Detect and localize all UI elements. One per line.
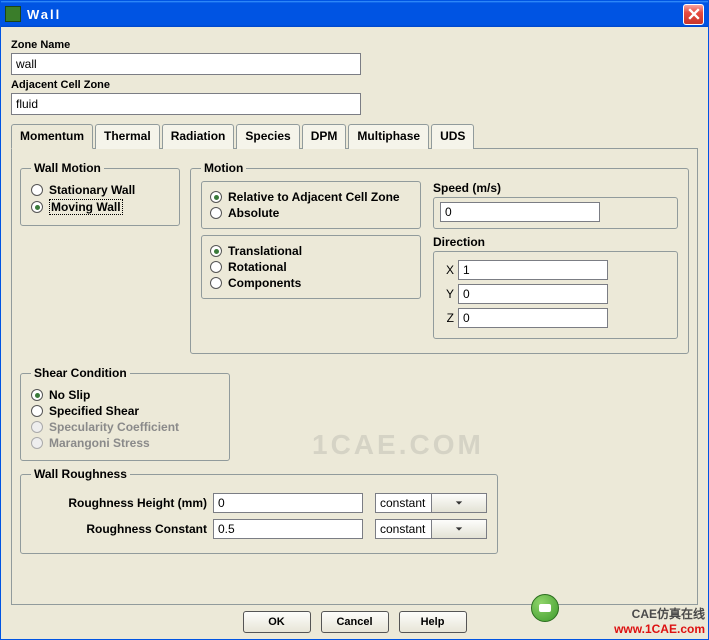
chevron-down-icon xyxy=(431,520,487,538)
zone-name-input[interactable] xyxy=(11,53,361,75)
roughness-height-label: Roughness Height (mm) xyxy=(31,496,207,510)
chevron-down-icon xyxy=(431,494,487,512)
tab-species[interactable]: Species xyxy=(236,124,299,149)
roughness-constant-label: Roughness Constant xyxy=(31,522,207,536)
close-icon xyxy=(688,8,700,20)
app-icon xyxy=(5,6,21,22)
radio-label: Components xyxy=(228,276,301,290)
radio-icon xyxy=(31,201,43,213)
direction-label: Direction xyxy=(433,235,678,249)
radio-stationary-wall[interactable]: Stationary Wall xyxy=(31,183,169,197)
radio-label: Moving Wall xyxy=(49,199,123,215)
roughness-constant-combo[interactable]: constant xyxy=(375,519,487,539)
radio-label: Specularity Coefficient xyxy=(49,420,179,434)
radio-icon xyxy=(31,184,43,196)
x-label: X xyxy=(440,263,454,277)
tab-dpm[interactable]: DPM xyxy=(302,124,347,149)
radio-absolute[interactable]: Absolute xyxy=(210,206,412,220)
roughness-height-input[interactable] xyxy=(213,493,363,513)
tab-momentum[interactable]: Momentum xyxy=(11,124,93,149)
button-bar: OK Cancel Help xyxy=(11,605,698,637)
radio-components[interactable]: Components xyxy=(210,276,412,290)
speed-input[interactable] xyxy=(440,202,600,222)
radio-specified-shear[interactable]: Specified Shear xyxy=(31,404,219,418)
radio-icon xyxy=(31,421,43,433)
wall-motion-group: Wall Motion Stationary Wall Moving Wall xyxy=(20,161,180,226)
ok-button[interactable]: OK xyxy=(243,611,311,633)
zone-name-label: Zone Name xyxy=(11,39,698,51)
motion-reference-box: Relative to Adjacent Cell Zone Absolute xyxy=(201,181,421,229)
z-label: Z xyxy=(440,311,454,325)
wall-dialog: Wall Zone Name Adjacent Cell Zone Moment… xyxy=(0,0,709,640)
help-button[interactable]: Help xyxy=(399,611,467,633)
client-area: Zone Name Adjacent Cell Zone Momentum Th… xyxy=(1,27,708,639)
radio-label: Translational xyxy=(228,244,302,258)
shear-legend: Shear Condition xyxy=(31,366,130,380)
radio-label: Absolute xyxy=(228,206,279,220)
radio-icon xyxy=(210,277,222,289)
watermark-text: 1CAE.COM xyxy=(312,429,484,461)
motion-legend: Motion xyxy=(201,161,246,175)
direction-x-input[interactable] xyxy=(458,260,608,280)
wall-roughness-group: Wall Roughness Roughness Height (mm) con… xyxy=(20,467,498,554)
radio-specularity: Specularity Coefficient xyxy=(31,420,219,434)
radio-label: No Slip xyxy=(49,388,90,402)
speed-label: Speed (m/s) xyxy=(433,181,678,195)
wall-motion-legend: Wall Motion xyxy=(31,161,104,175)
radio-no-slip[interactable]: No Slip xyxy=(31,388,219,402)
roughness-constant-input[interactable] xyxy=(213,519,363,539)
roughness-height-combo[interactable]: constant xyxy=(375,493,487,513)
radio-relative[interactable]: Relative to Adjacent Cell Zone xyxy=(210,190,412,204)
adjacent-zone-label: Adjacent Cell Zone xyxy=(11,79,698,91)
combo-value: constant xyxy=(376,496,431,510)
motion-type-box: Translational Rotational Components xyxy=(201,235,421,299)
radio-marangoni: Marangoni Stress xyxy=(31,436,219,450)
radio-rotational[interactable]: Rotational xyxy=(210,260,412,274)
radio-label: Specified Shear xyxy=(49,404,139,418)
tab-bar: Momentum Thermal Radiation Species DPM M… xyxy=(11,123,698,148)
tab-radiation[interactable]: Radiation xyxy=(162,124,235,149)
radio-label: Relative to Adjacent Cell Zone xyxy=(228,190,400,204)
radio-translational[interactable]: Translational xyxy=(210,244,412,258)
momentum-panel: Wall Motion Stationary Wall Moving Wall … xyxy=(11,148,698,605)
radio-label: Marangoni Stress xyxy=(49,436,150,450)
window-title: Wall xyxy=(27,7,683,22)
radio-moving-wall[interactable]: Moving Wall xyxy=(31,199,169,215)
roughness-legend: Wall Roughness xyxy=(31,467,130,481)
radio-label: Rotational xyxy=(228,260,287,274)
tab-thermal[interactable]: Thermal xyxy=(95,124,160,149)
shear-condition-group: Shear Condition No Slip Specified Shear … xyxy=(20,366,230,461)
tab-uds[interactable]: UDS xyxy=(431,124,474,149)
motion-group: Motion Relative to Adjacent Cell Zone xyxy=(190,161,689,354)
direction-y-input[interactable] xyxy=(458,284,608,304)
direction-z-input[interactable] xyxy=(458,308,608,328)
combo-value: constant xyxy=(376,522,431,536)
radio-label: Stationary Wall xyxy=(49,183,135,197)
cancel-button[interactable]: Cancel xyxy=(321,611,389,633)
y-label: Y xyxy=(440,287,454,301)
radio-icon xyxy=(210,207,222,219)
adjacent-zone-input[interactable] xyxy=(11,93,361,115)
radio-icon xyxy=(210,245,222,257)
radio-icon xyxy=(210,261,222,273)
radio-icon xyxy=(31,405,43,417)
tab-multiphase[interactable]: Multiphase xyxy=(348,124,429,149)
titlebar: Wall xyxy=(1,1,708,27)
radio-icon xyxy=(31,437,43,449)
radio-icon xyxy=(210,191,222,203)
radio-icon xyxy=(31,389,43,401)
close-button[interactable] xyxy=(683,4,704,25)
